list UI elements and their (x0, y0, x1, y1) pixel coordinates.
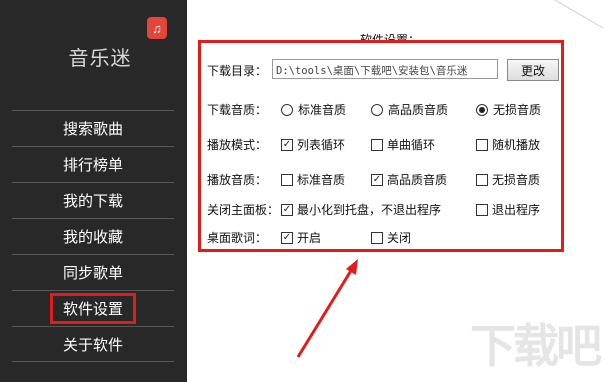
option-label: 标准音质 (298, 103, 347, 117)
desktop-lyrics-off-checkbox[interactable]: 关闭 (371, 229, 411, 246)
checkbox-icon (476, 173, 488, 186)
checkbox-icon (476, 203, 488, 216)
checkbox-icon (281, 173, 293, 186)
option-label: 列表循环 (297, 138, 346, 152)
option-label: 无损音质 (492, 173, 541, 187)
annotation-arrow-icon (296, 259, 358, 358)
close-panel-row: 关闭主面板： (207, 201, 287, 218)
close-exit-program-checkbox[interactable]: 退出程序 (476, 201, 540, 218)
play-quality-label: 播放音质： (207, 173, 268, 187)
sidebar-item-my-favorites[interactable]: 我的收藏 (12, 218, 174, 254)
download-quality-label: 下载音质： (207, 103, 268, 117)
play-mode-label: 播放模式： (207, 138, 268, 152)
play-mode-single-loop-checkbox[interactable]: 单曲循环 (371, 136, 435, 153)
option-label: 退出程序 (492, 203, 541, 217)
sidebar-item-settings[interactable]: 软件设置 (12, 290, 174, 326)
play-mode-row: 播放模式： (207, 136, 271, 153)
download-quality-lossless-radio[interactable]: 无损音质 (476, 101, 541, 118)
desktop-lyrics-label: 桌面歌词： (207, 231, 268, 245)
sidebar-nav: 搜索歌曲 排行榜单 我的下载 我的收藏 同步歌单 软件设置 关于软件 (12, 110, 174, 362)
download-quality-standard-radio[interactable]: 标准音质 (281, 101, 346, 118)
sidebar-item-about[interactable]: 关于软件 (12, 326, 174, 362)
option-label: 开启 (297, 231, 322, 245)
checkbox-checked-icon: ✓ (281, 203, 293, 216)
sidebar-item-label: 同步歌单 (62, 265, 123, 282)
download-dir-label: 下载目录： (207, 64, 268, 78)
watermark-logo: 下载吧 (470, 319, 602, 373)
corner-line-decoration (555, 0, 604, 29)
download-quality-row: 下载音质： (207, 101, 271, 118)
download-dir-row: 下载目录： (207, 62, 271, 79)
close-minimize-tray-checkbox[interactable]: ✓ 最小化到托盘，不退出程序 (281, 201, 441, 218)
sidebar-item-label: 我的收藏 (62, 229, 123, 246)
sidebar-item-label: 我的下载 (62, 193, 123, 210)
radio-icon (371, 103, 383, 116)
radio-icon (281, 103, 293, 116)
play-quality-high-checkbox[interactable]: ✓ 高品质音质 (371, 171, 447, 188)
sidebar-item-label: 排行榜单 (62, 157, 123, 174)
checkbox-icon (371, 138, 383, 151)
desktop-lyrics-on-checkbox[interactable]: ✓ 开启 (281, 229, 321, 246)
play-quality-lossless-checkbox[interactable]: 无损音质 (476, 171, 540, 188)
option-label: 高品质音质 (387, 173, 448, 187)
option-label: 标准音质 (297, 173, 346, 187)
checkbox-icon (476, 138, 488, 151)
checkbox-checked-icon: ✓ (281, 231, 293, 244)
option-label: 无损音质 (493, 103, 542, 117)
sidebar-item-label: 软件设置 (49, 293, 136, 324)
option-label: 单曲循环 (387, 138, 436, 152)
option-label: 关闭 (387, 231, 412, 245)
sidebar-item-charts[interactable]: 排行榜单 (12, 146, 174, 182)
play-mode-list-loop-checkbox[interactable]: ✓ 列表循环 (281, 136, 345, 153)
play-quality-standard-checkbox[interactable]: 标准音质 (281, 171, 345, 188)
sidebar: ♫ 音乐迷 搜索歌曲 排行榜单 我的下载 我的收藏 同步歌单 软件设置 关于软件 (0, 0, 187, 382)
option-label: 高品质音质 (388, 103, 449, 117)
option-label: 最小化到托盘，不退出程序 (297, 203, 442, 217)
option-label: 随机播放 (492, 138, 541, 152)
download-quality-high-radio[interactable]: 高品质音质 (371, 101, 448, 118)
download-dir-input[interactable]: D:\tools\桌面\下载吧\安装包\音乐迷 (272, 59, 498, 79)
checkbox-icon (371, 231, 383, 244)
sidebar-item-my-downloads[interactable]: 我的下载 (12, 182, 174, 218)
close-panel-label: 关闭主面板： (207, 203, 280, 217)
app-title: 音乐迷 (68, 46, 132, 70)
sidebar-item-sync-playlist[interactable]: 同步歌单 (12, 254, 174, 290)
checkbox-checked-icon: ✓ (281, 138, 293, 151)
change-dir-button[interactable]: 更改 (507, 59, 559, 81)
checkbox-checked-icon: ✓ (371, 173, 383, 186)
sidebar-item-label: 搜索歌曲 (62, 121, 123, 138)
play-mode-shuffle-checkbox[interactable]: 随机播放 (476, 136, 540, 153)
music-note-icon: ♫ (147, 17, 167, 39)
settings-panel: 下载目录： D:\tools\桌面\下载吧\安装包\音乐迷 更改 下载音质： 标… (198, 40, 564, 252)
radio-selected-icon (476, 103, 488, 116)
sidebar-item-search-songs[interactable]: 搜索歌曲 (12, 110, 174, 146)
desktop-lyrics-row: 桌面歌词： (207, 229, 271, 246)
play-quality-row: 播放音质： (207, 171, 271, 188)
sidebar-item-label: 关于软件 (62, 336, 123, 354)
